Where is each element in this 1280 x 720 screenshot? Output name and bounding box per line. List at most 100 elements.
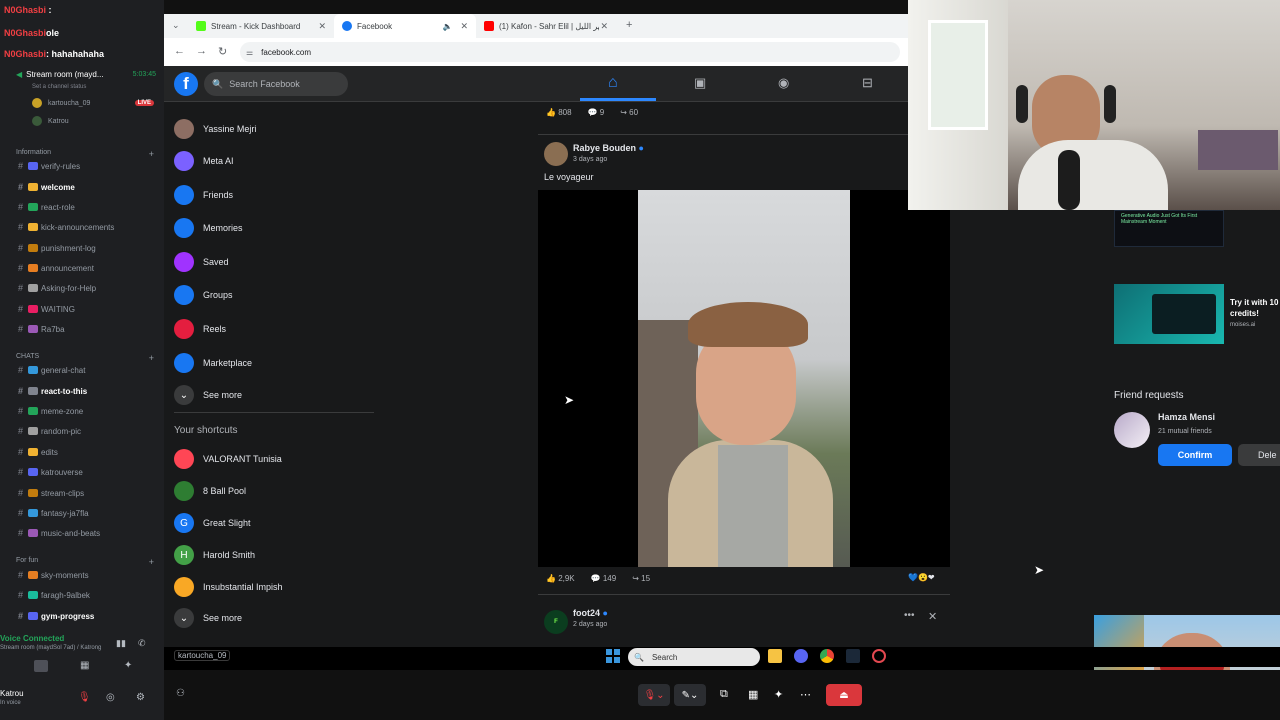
activities-icon[interactable]: ▦ xyxy=(748,688,758,701)
channel-category[interactable]: For fun xyxy=(16,557,38,564)
camera-off-icon[interactable]: ✎⌄ xyxy=(674,684,706,706)
ad-headline[interactable]: Try it with 10 credits! xyxy=(1230,297,1280,319)
post-time[interactable]: 3 days ago xyxy=(573,156,607,163)
channel-item[interactable]: # WAITING xyxy=(18,302,160,316)
menu-item[interactable]: Yassine Mejri xyxy=(174,116,256,142)
more-icon[interactable]: ⋯ xyxy=(800,688,811,701)
disconnect-icon[interactable]: ✆ xyxy=(138,638,146,649)
post-author[interactable]: Rabye Bouden ● xyxy=(573,143,644,153)
menu-item[interactable]: Friends xyxy=(174,182,233,208)
address-bar[interactable]: ⚌ facebook.com xyxy=(240,42,900,62)
speaker-icon[interactable]: 🔈 xyxy=(442,22,452,31)
channel-item[interactable]: # meme-zone xyxy=(18,404,160,418)
home-icon[interactable]: ⌂ xyxy=(608,74,618,92)
see-more-button[interactable]: ⌄ See more xyxy=(174,382,242,408)
share-icon[interactable]: ↪ 60 xyxy=(620,108,638,117)
menu-item[interactable]: Marketplace xyxy=(174,350,252,376)
chrome-icon[interactable] xyxy=(820,649,834,663)
close-icon[interactable]: ✕ xyxy=(928,610,937,623)
soundboard-icon[interactable]: ✦ xyxy=(774,688,783,701)
post-author[interactable]: foot24 ● xyxy=(573,608,608,618)
profile-icon[interactable]: ◉ xyxy=(778,75,789,91)
menu-item[interactable]: Meta AI xyxy=(174,148,234,174)
new-tab-button[interactable]: + xyxy=(626,19,632,31)
menu-item[interactable]: Memories xyxy=(174,215,243,241)
close-icon[interactable]: ✕ xyxy=(460,21,468,32)
gaming-icon[interactable]: ⊟ xyxy=(862,75,873,91)
channel-item[interactable]: # verify-rules xyxy=(18,159,160,173)
post-video[interactable] xyxy=(538,190,950,567)
comment-icon[interactable]: 💬 9 xyxy=(588,108,605,117)
like-icon[interactable]: 👍 808 xyxy=(546,108,572,117)
add-channel-icon[interactable]: + xyxy=(149,557,154,567)
menu-item[interactable]: 8 Ball Pool xyxy=(174,478,246,504)
confirm-button[interactable]: Confirm xyxy=(1158,444,1232,466)
channel-item[interactable]: # kick-announcements xyxy=(18,220,160,234)
reactions-icon[interactable]: 💙😮❤ xyxy=(908,573,935,582)
add-channel-icon[interactable]: + xyxy=(149,353,154,363)
channel-item[interactable]: # react-to-this xyxy=(18,384,160,398)
share-icon[interactable]: ↪ 15 xyxy=(632,574,650,583)
channel-item[interactable]: # Ra7ba xyxy=(18,322,160,336)
site-info-icon[interactable]: ⚌ xyxy=(246,48,253,57)
channel-item[interactable]: # react-role xyxy=(18,200,160,214)
channel-category[interactable]: CHATS xyxy=(16,353,39,360)
ad-domain[interactable]: moises.ai xyxy=(1230,322,1255,328)
channel-item[interactable]: # general-chat xyxy=(18,363,160,377)
stop-stream-icon[interactable]: ⏏ xyxy=(826,684,862,706)
menu-item[interactable]: Saved xyxy=(174,249,229,275)
menu-item[interactable]: G Great Slight xyxy=(174,510,251,536)
channel-status[interactable]: Set a channel status xyxy=(32,84,86,90)
like-icon[interactable]: 👍 2,9K xyxy=(546,574,575,583)
channel-item[interactable]: # faragh-9albek xyxy=(18,588,160,602)
delete-button[interactable]: Dele xyxy=(1238,444,1280,466)
mic-muted-icon[interactable]: 🎙⌄ xyxy=(638,684,670,706)
ad-image[interactable] xyxy=(1114,284,1224,344)
channel-item[interactable]: # fantasy-ja7fla xyxy=(18,506,160,520)
channel-item[interactable]: # Asking-for-Help xyxy=(18,281,160,295)
menu-item[interactable]: Insubstantial Impish xyxy=(174,574,283,600)
channel-item[interactable]: # katrouverse xyxy=(18,465,160,479)
grid-icon[interactable]: ▦ xyxy=(80,660,89,671)
video-icon[interactable]: ▣ xyxy=(694,75,706,91)
channel-item[interactable]: # announcement xyxy=(18,261,160,275)
menu-item[interactable]: Groups xyxy=(174,282,233,308)
friend-request-name[interactable]: Hamza Mensi xyxy=(1158,412,1215,422)
mute-icon[interactable]: 🎙 xyxy=(78,692,91,703)
channel-item[interactable]: # gym-progress xyxy=(18,609,160,623)
menu-item[interactable]: VALORANT Tunisia xyxy=(174,446,282,472)
see-more-button[interactable]: ⌄ See more xyxy=(174,605,242,631)
tab-search-icon[interactable]: ⌄ xyxy=(172,20,180,31)
settings-gear-icon[interactable]: ⚙ xyxy=(136,692,145,703)
tab-kick[interactable]: Stream - Kick Dashboard ✕ xyxy=(188,14,334,38)
channel-item[interactable]: # sky-moments xyxy=(18,568,160,582)
video-frame[interactable] xyxy=(638,190,850,567)
camera-icon[interactable] xyxy=(34,660,48,672)
avatar[interactable] xyxy=(544,142,568,166)
activity-icon[interactable]: ✦ xyxy=(124,660,132,671)
facebook-logo-icon[interactable]: f xyxy=(174,72,198,96)
person-icon[interactable]: ⚇ xyxy=(176,688,185,699)
windows-start-icon[interactable] xyxy=(606,649,620,663)
channel-item[interactable]: # random-pic xyxy=(18,424,160,438)
steam-icon[interactable] xyxy=(846,649,860,663)
screen-share-icon[interactable]: ⧉ xyxy=(720,688,728,701)
post-time[interactable]: 2 days ago xyxy=(573,621,607,628)
add-channel-icon[interactable]: + xyxy=(149,149,154,159)
voice-user[interactable]: Katrou xyxy=(32,116,154,126)
avatar[interactable]: F xyxy=(544,610,568,634)
close-icon[interactable]: ✕ xyxy=(318,21,326,32)
menu-item[interactable]: H Harold Smith xyxy=(174,542,255,568)
channel-item[interactable]: # stream-clips xyxy=(18,486,160,500)
reload-icon[interactable]: ↻ xyxy=(218,45,227,58)
comment-icon[interactable]: 💬 149 xyxy=(591,574,617,583)
voice-room[interactable]: ◀ Stream room (mayd... 5:03:45 xyxy=(16,70,156,79)
search-input[interactable]: 🔍 Search Facebook xyxy=(204,72,348,96)
channel-item[interactable]: # music-and-beats xyxy=(18,526,160,540)
discord-icon[interactable] xyxy=(794,649,808,663)
app-icon[interactable] xyxy=(872,649,886,663)
channel-item[interactable]: # welcome xyxy=(18,180,160,194)
tab-youtube[interactable]: (1) Kafon - Sahr Elil | سهر الليل ✕ xyxy=(476,14,616,38)
menu-item[interactable]: Reels xyxy=(174,316,226,342)
signal-icon[interactable]: ▮▮ xyxy=(116,638,126,649)
